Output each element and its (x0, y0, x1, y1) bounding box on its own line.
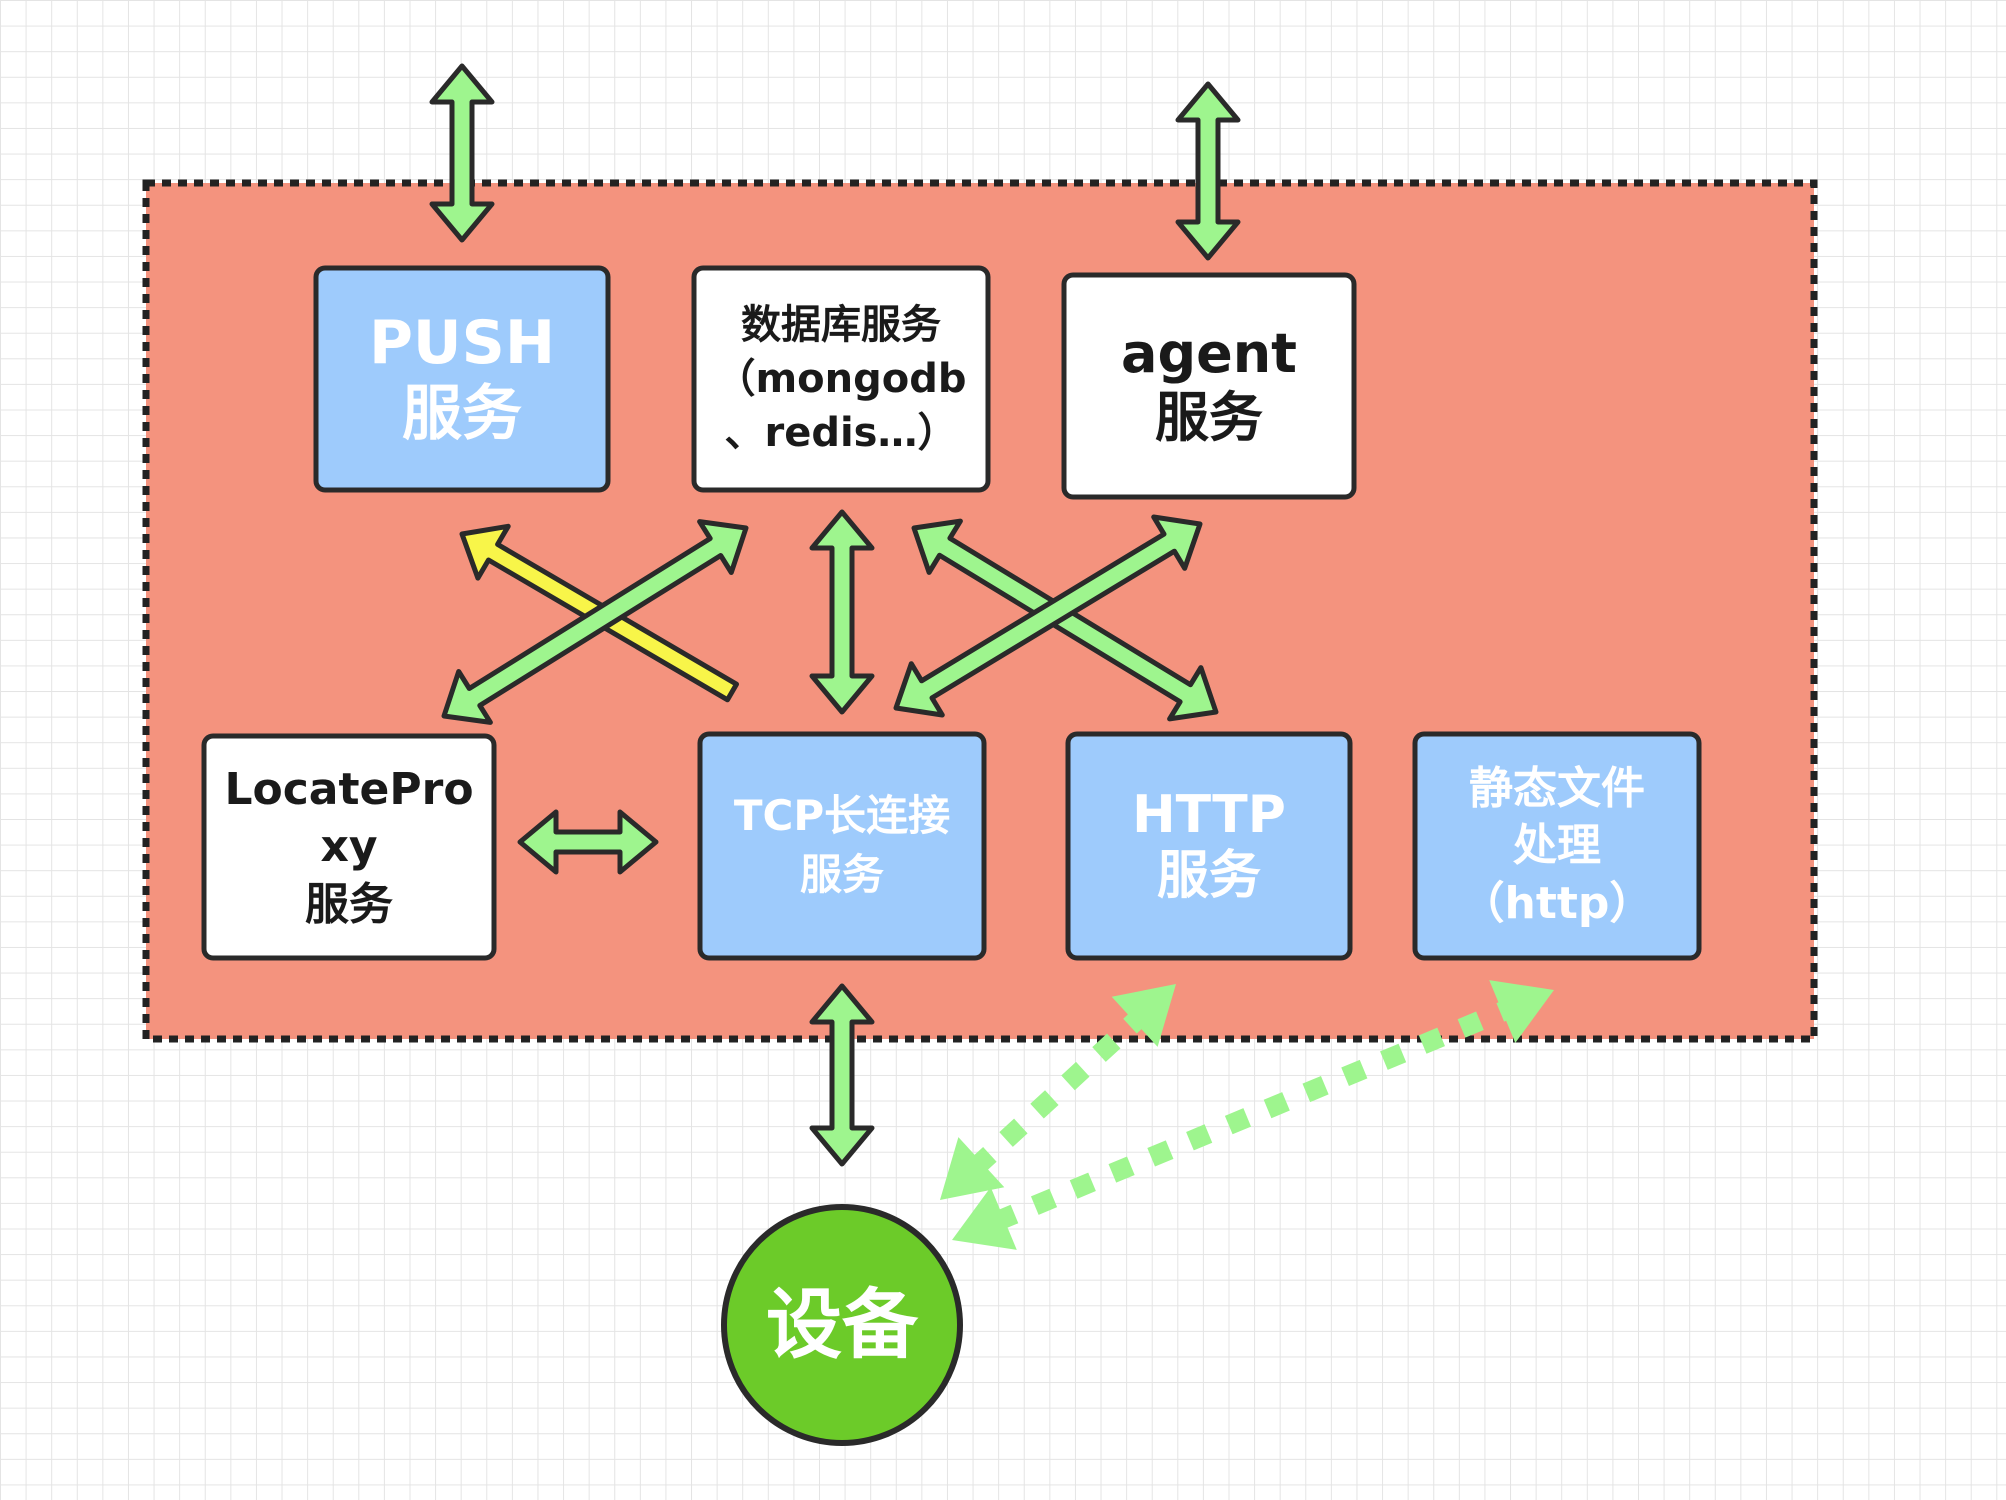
http-service-box[interactable] (1065, 731, 1353, 961)
arrow-agent-external (1175, 81, 1241, 261)
architecture-diagram (142, 63, 1818, 1446)
arrow-push-external (429, 63, 495, 243)
push-service-box[interactable] (313, 265, 611, 493)
locate-proxy-service-box[interactable] (201, 733, 497, 961)
database-service-box[interactable] (691, 265, 991, 493)
arrow-tcp-device (809, 983, 875, 1167)
dotted-arrow-device-http-head-start (940, 1137, 1005, 1200)
device-node[interactable] (721, 1204, 963, 1446)
agent-service-box[interactable] (1061, 272, 1357, 500)
tcp-service-box[interactable] (697, 731, 987, 961)
static-files-service-box[interactable] (1412, 731, 1702, 961)
